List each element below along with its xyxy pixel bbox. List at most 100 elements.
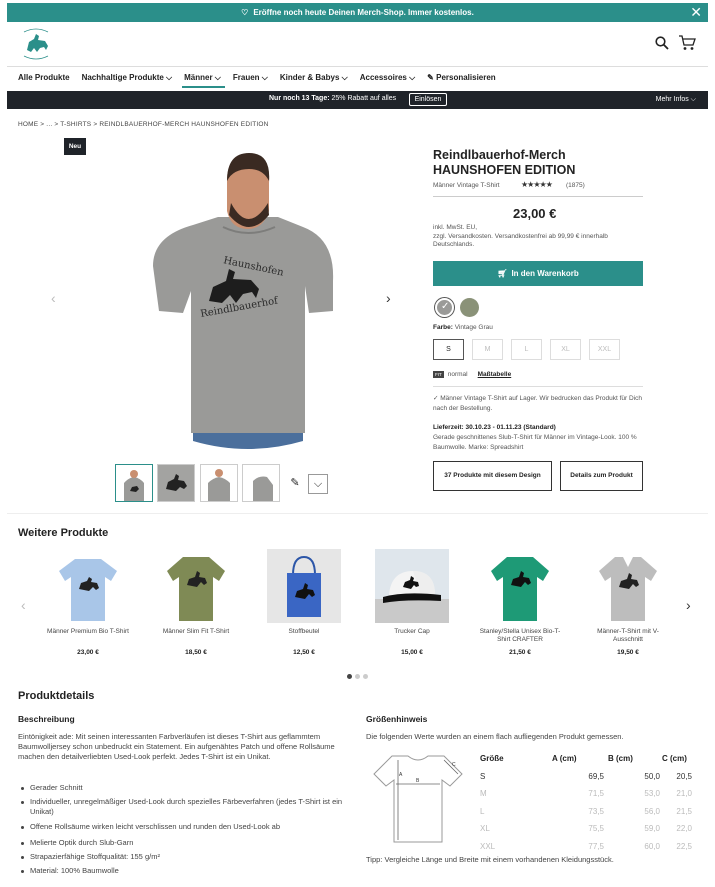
more-info-link[interactable]: Mehr Infos ⌵ <box>656 96 696 104</box>
carousel-dot[interactable] <box>347 674 352 679</box>
product-image <box>167 557 225 621</box>
size-option-s[interactable]: S <box>433 339 464 360</box>
list-item: Gerader Schnitt <box>21 783 350 793</box>
table-row: M 71,5 53,0 21,0 <box>480 786 692 802</box>
tshirt-measure-diagram: A B C <box>373 755 463 843</box>
nav-item-sustainable[interactable]: Nachhaltige Produkte ⌵ <box>82 73 173 83</box>
search-icon[interactable] <box>655 36 669 50</box>
product-card[interactable]: Trucker Cap 15,00 € <box>367 549 457 656</box>
table-cell: 21,0 <box>676 789 692 799</box>
color-swatch-olive[interactable] <box>460 298 479 317</box>
thumbnail[interactable] <box>115 464 153 502</box>
rating-stars-icon[interactable]: ★★★★★ <box>521 180 553 189</box>
thumbnail[interactable] <box>200 464 238 502</box>
add-to-cart-button[interactable]: 🛒︎ In den Warenkorb <box>433 261 643 286</box>
table-cell: 21,5 <box>676 806 692 816</box>
table-cell: 75,5 <box>588 824 604 834</box>
more-thumbnails-chevron-icon[interactable]: ⌵ <box>308 474 328 494</box>
size-guide-title: Größenhinweis <box>366 714 428 724</box>
carousel-prev-arrow[interactable]: ‹ <box>21 597 26 613</box>
divider <box>433 196 643 197</box>
table-cell: 20,5 <box>676 771 692 781</box>
size-guide-text: Die folgenden Werte wurden an einem flac… <box>366 732 624 741</box>
list-item: Offene Rollsäume wirken leicht verschlis… <box>21 822 350 832</box>
list-item: Individueller, unregelmäßiger Used-Look … <box>21 797 350 817</box>
next-image-arrow[interactable]: › <box>386 290 391 306</box>
nav-item-women[interactable]: Frauen ⌵ <box>233 73 268 83</box>
carousel-next-arrow[interactable]: › <box>686 597 691 613</box>
cart-icon[interactable] <box>678 35 696 51</box>
promo-bar: ♡ Eröffne noch heute Deinen Merch-Shop. … <box>7 3 708 22</box>
table-row: L 73,5 56,0 21,5 <box>480 804 692 820</box>
product-name: Männer-T-Shirt mit V-Ausschnitt <box>597 628 659 643</box>
prev-image-arrow[interactable]: ‹ <box>51 290 56 306</box>
product-card[interactable]: Männer Slim Fit T-Shirt 18,50 € <box>151 549 241 656</box>
size-option-xl[interactable]: XL <box>550 339 581 360</box>
product-details-title: Produktdetails <box>18 690 95 702</box>
rating-count[interactable]: (1875) <box>566 182 585 189</box>
size-option-l[interactable]: L <box>511 339 542 360</box>
table-cell: 71,5 <box>588 789 604 799</box>
product-type: Männer Vintage T-Shirt <box>433 182 500 189</box>
product-card[interactable]: Stoffbeutel 12,50 € <box>259 549 349 656</box>
color-swatch-vintage-grey[interactable]: ✓ <box>435 298 454 317</box>
product-name: Männer Premium Bio T-Shirt <box>47 628 129 635</box>
product-card[interactable]: Stanley/Stella Unisex Bio-T-Shirt CRAFTE… <box>475 549 565 656</box>
nav-item-accessories[interactable]: Accessoires ⌵ <box>360 73 415 83</box>
size-option-m[interactable]: M <box>472 339 503 360</box>
close-icon[interactable]: ✕ <box>690 4 702 21</box>
table-cell: 60,0 <box>644 841 660 851</box>
product-price: 12,50 € <box>293 649 315 656</box>
product-price: 18,50 € <box>185 649 207 656</box>
size-table: Größe A (cm) B (cm) C (cm) S 69,5 50,0 20,5… <box>478 749 694 856</box>
product-image <box>375 549 449 623</box>
nav-item-all[interactable]: Alle Produkte <box>18 73 70 83</box>
nav-item-kids[interactable]: Kinder & Babys ⌵ <box>280 73 348 83</box>
nav-item-men[interactable]: Männer ⌵ <box>182 73 225 88</box>
table-cell: 50,0 <box>644 771 660 781</box>
product-price: 23,00 € <box>513 206 557 221</box>
redeem-button[interactable]: Einlösen <box>409 93 447 106</box>
shop-logo[interactable] <box>18 28 54 62</box>
tax-note: inkl. MwSt. EU, zzgl. Versandkosten. Ver… <box>433 224 643 250</box>
product-image <box>599 557 657 621</box>
add-to-cart-label: In den Warenkorb <box>511 269 579 278</box>
delivery-description: Gerade geschnittenes Slub-T-Shirt für Mä… <box>433 434 637 451</box>
nav-label: Kinder & Babys <box>279 73 340 82</box>
promo-text: Eröffne noch heute Deinen Merch-Shop. Im… <box>253 8 474 17</box>
carousel-dot[interactable] <box>355 674 360 679</box>
tax-line-1: inkl. MwSt. EU, <box>433 224 478 231</box>
delivery-label: Lieferzeit: 30.10.23 - 01.11.23 (Standar… <box>433 424 556 431</box>
product-title: Reindlbauerhof-Merch HAUNSHOFEN EDITION <box>433 148 575 178</box>
breadcrumb[interactable]: HOME > ... > T-SHIRTS > REINDLBAUERHOF-M… <box>18 121 269 128</box>
edit-design-icon[interactable]: ✎ <box>285 474 305 494</box>
color-label: Farbe: Vintage Grau <box>433 324 493 331</box>
product-card[interactable]: Männer Premium Bio T-Shirt 23,00 € <box>43 549 133 656</box>
table-cell: XL <box>480 824 490 834</box>
product-details-button[interactable]: Details zum Produkt <box>560 461 643 491</box>
thumbnail[interactable] <box>242 464 280 502</box>
carousel-dot[interactable] <box>363 674 368 679</box>
description-title: Beschreibung <box>18 714 75 724</box>
main-nav: Alle Produkte Nachhaltige Produkte ⌵ Män… <box>18 73 496 88</box>
table-cell: XXL <box>480 841 496 851</box>
divider <box>7 513 708 514</box>
size-chart-link[interactable]: Maßtabelle <box>478 371 512 378</box>
table-cell: 77,5 <box>588 841 604 851</box>
thumbnail[interactable] <box>157 464 195 502</box>
table-cell: 56,0 <box>644 806 660 816</box>
products-with-design-button[interactable]: 37 Produkte mit diesem Design <box>433 461 552 491</box>
product-price: 23,00 € <box>77 649 99 656</box>
thumbnail-image <box>116 465 152 501</box>
table-cell: S <box>480 771 486 781</box>
pencil-icon: ✎ <box>427 73 434 82</box>
size-tip: Tipp: Vergleiche Länge und Breite mit ei… <box>366 855 614 864</box>
table-row: S 69,5 50,0 20,5 <box>480 769 692 785</box>
size-option-xxl[interactable]: XXL <box>589 339 620 360</box>
table-header: A (cm) <box>552 754 577 764</box>
title-line-2: HAUNSHOFEN EDITION <box>433 163 576 177</box>
product-main-image[interactable]: Haunshofen Reindlbauerhof <box>123 141 341 457</box>
nav-item-personalize[interactable]: ✎ Personalisieren <box>427 73 496 83</box>
product-card[interactable]: Männer-T-Shirt mit V-Ausschnitt 19,50 € <box>583 549 673 656</box>
table-cell: M <box>480 789 487 799</box>
